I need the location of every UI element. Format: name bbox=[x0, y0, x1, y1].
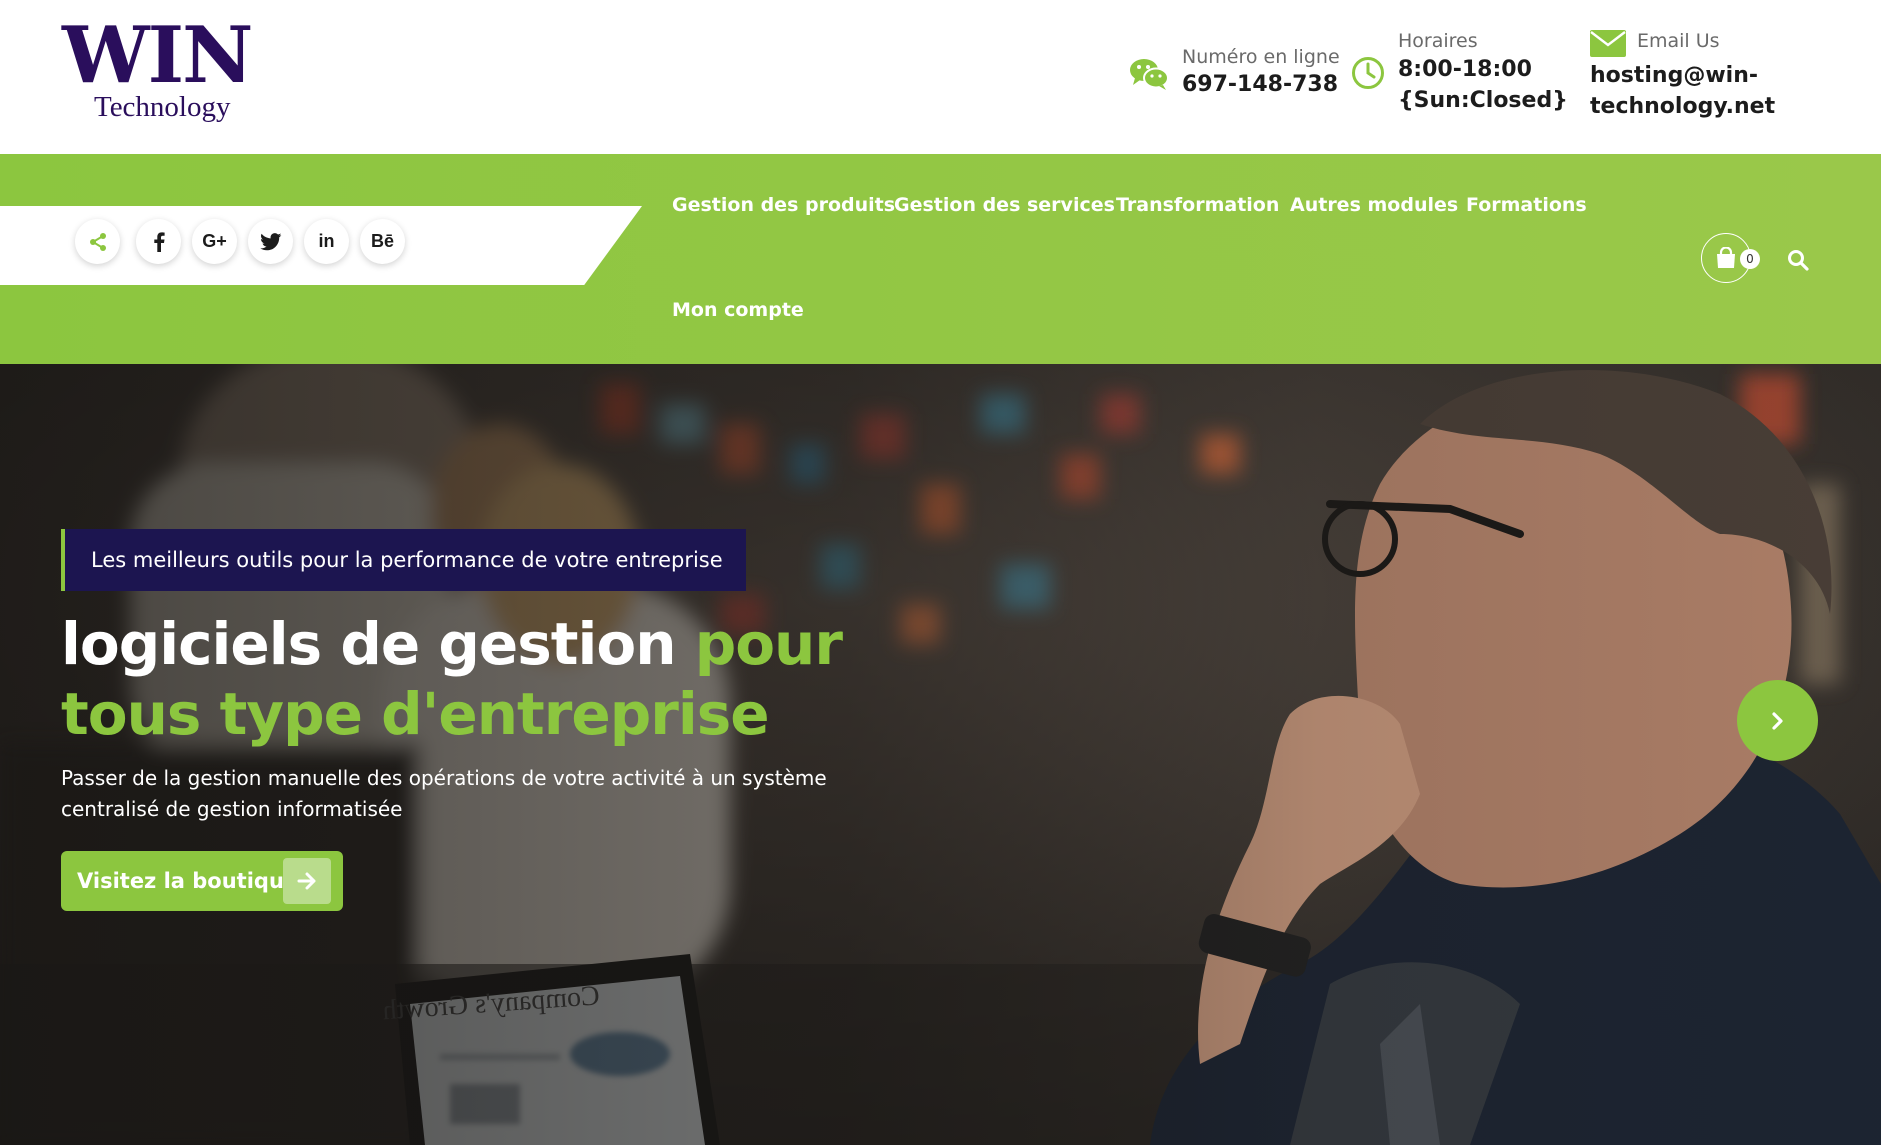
social-strip: G+ in Bē bbox=[0, 206, 642, 285]
nav-autres-modules[interactable]: Autres modules bbox=[1290, 194, 1458, 216]
linkedin-icon[interactable]: in bbox=[304, 219, 349, 264]
email-label: Email Us bbox=[1637, 30, 1720, 52]
headline-white-part: logiciels de gestion bbox=[61, 610, 695, 678]
chevron-right-icon bbox=[1771, 711, 1783, 730]
google-plus-icon[interactable]: G+ bbox=[192, 219, 237, 264]
main-navbar: G+ in Bē Gestion des produits Gestion de… bbox=[0, 154, 1881, 364]
nav-formations[interactable]: Formations bbox=[1466, 194, 1587, 216]
phone-label: Numéro en ligne bbox=[1182, 46, 1340, 68]
hours-line-1: 8:00-18:00 bbox=[1398, 57, 1532, 82]
email-line-1[interactable]: hosting@win- bbox=[1590, 60, 1758, 91]
clock-icon bbox=[1352, 57, 1384, 89]
logo[interactable]: WIN Technology bbox=[62, 16, 262, 126]
envelope-icon bbox=[1590, 30, 1626, 57]
facebook-icon[interactable] bbox=[136, 219, 181, 264]
arrow-right-icon bbox=[283, 858, 331, 904]
nav-transformation[interactable]: Transformation bbox=[1116, 194, 1279, 216]
email-line-2[interactable]: technology.net bbox=[1590, 91, 1775, 122]
top-header: WIN Technology Numéro en ligne 697-148-7… bbox=[0, 0, 1881, 154]
phone-number[interactable]: 697-148-738 bbox=[1182, 69, 1338, 100]
hero-slider: Company's Growth Les meilleurs outils po… bbox=[0, 364, 1881, 1145]
nav-gestion-services[interactable]: Gestion des services bbox=[894, 194, 1115, 216]
visit-shop-button[interactable]: Visitez la boutique bbox=[61, 851, 343, 911]
visit-shop-label: Visitez la boutique bbox=[77, 869, 299, 893]
hours-label: Horaires bbox=[1398, 30, 1478, 52]
twitter-icon[interactable] bbox=[248, 219, 293, 264]
nav-mon-compte[interactable]: Mon compte bbox=[672, 299, 804, 321]
hero-headline: logiciels de gestion pour tous type d'en… bbox=[61, 609, 961, 749]
cart-count-badge: 0 bbox=[1740, 249, 1760, 269]
hours-line-2: {Sun:Closed} bbox=[1398, 88, 1568, 113]
slider-next-button[interactable] bbox=[1737, 680, 1818, 761]
share-icon[interactable] bbox=[75, 219, 120, 264]
logo-sub-text: Technology bbox=[94, 91, 231, 123]
shopping-bag-icon bbox=[1717, 247, 1735, 268]
hero-tagline: Les meilleurs outils pour la performance… bbox=[61, 529, 746, 591]
hero-dark-overlay bbox=[0, 364, 1881, 1145]
hero-description: Passer de la gestion manuelle des opérat… bbox=[61, 766, 827, 821]
logo-main-text: WIN bbox=[62, 10, 253, 101]
behance-icon[interactable]: Bē bbox=[360, 219, 405, 264]
search-icon[interactable] bbox=[1786, 248, 1810, 272]
nav-gestion-produits[interactable]: Gestion des produits bbox=[672, 194, 895, 216]
wechat-icon bbox=[1130, 59, 1169, 90]
